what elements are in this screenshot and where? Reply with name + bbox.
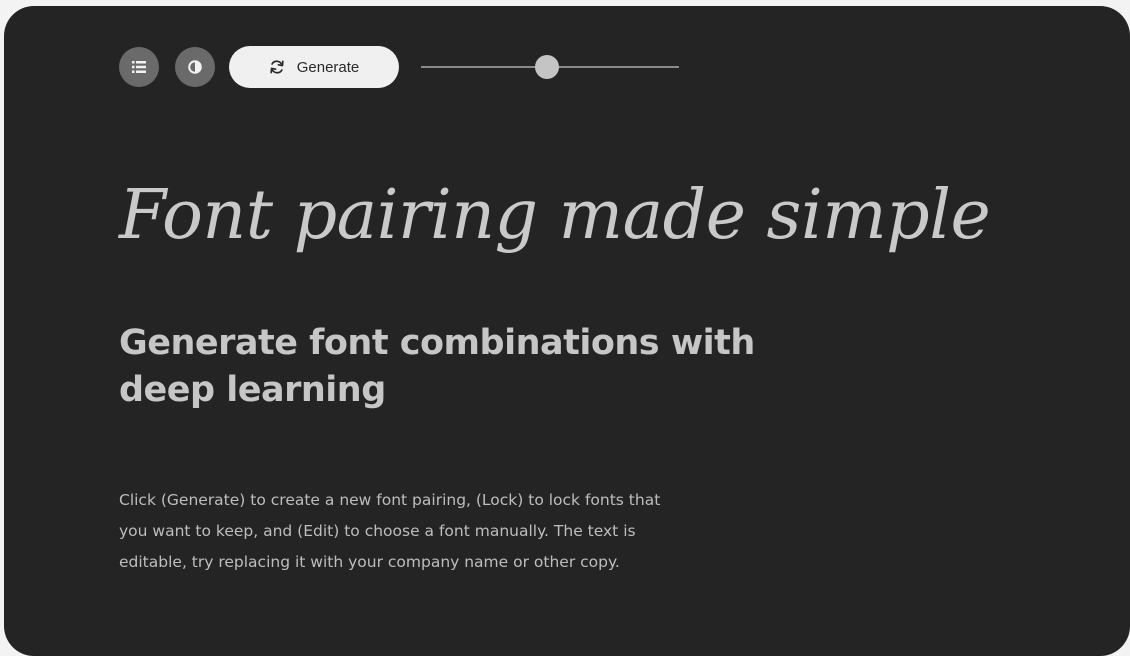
list-button[interactable] — [119, 47, 159, 87]
contrast-icon — [188, 60, 202, 74]
generate-button[interactable]: Generate — [229, 46, 399, 88]
size-slider[interactable] — [421, 55, 679, 79]
refresh-icon — [270, 60, 284, 74]
list-icon — [132, 61, 146, 73]
slider-thumb[interactable] — [535, 55, 560, 79]
headline[interactable]: Font pairing made simple — [119, 176, 991, 255]
toolbar: Generate — [119, 42, 679, 92]
app-window: Generate Font pairing made simple Genera… — [4, 6, 1130, 656]
subheading[interactable]: Generate font combinations with deep lea… — [119, 320, 819, 414]
body-text[interactable]: Click (Generate) to create a new font pa… — [119, 485, 679, 578]
theme-toggle-button[interactable] — [175, 47, 215, 87]
generate-button-label: Generate — [296, 58, 360, 76]
